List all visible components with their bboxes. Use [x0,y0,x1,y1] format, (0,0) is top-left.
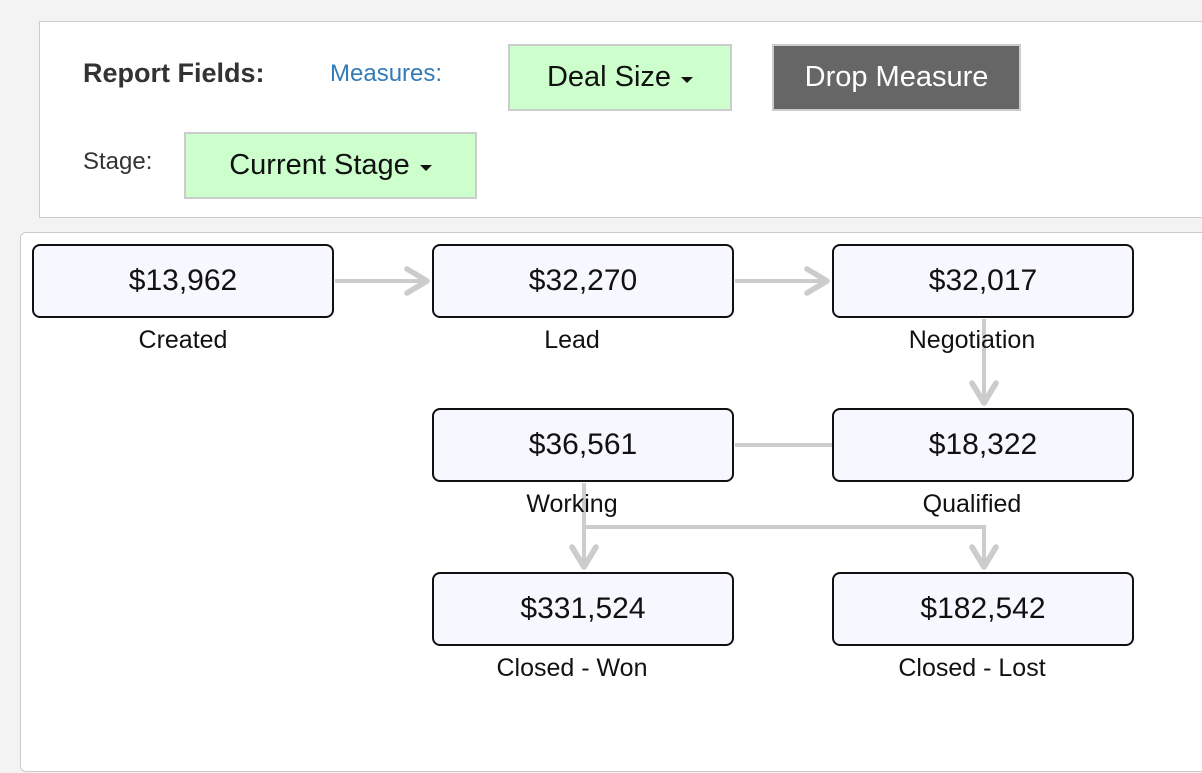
node-closed-lost[interactable]: $182,542 [832,572,1134,646]
drop-measure-button[interactable]: Drop Measure [772,44,1021,111]
drop-measure-label: Drop Measure [804,61,989,93]
node-value: $32,017 [928,264,1038,297]
node-created[interactable]: $13,962 [32,244,334,318]
caret-down-icon [419,164,432,171]
node-value: $13,962 [128,264,238,297]
node-value: $32,270 [528,264,638,297]
edge-working-closed-lost [584,525,999,570]
node-negotiation[interactable]: $32,017 [832,244,1134,318]
node-value: $18,322 [928,428,1038,461]
measures-label: Measures: [330,60,443,87]
node-label-lead: Lead [544,326,600,354]
node-label-closed-lost: Closed - Lost [898,654,1046,682]
node-closed-won[interactable]: $331,524 [432,572,734,646]
report-fields-panel: Report Fields: Measures: Deal Size Drop … [39,21,1202,218]
node-working[interactable]: $36,561 [432,408,734,482]
measure-dropdown-value: Deal Size [546,61,672,93]
node-label-working: Working [526,490,618,518]
node-label-created: Created [138,326,228,354]
stage-dropdown[interactable]: Current Stage [184,132,477,199]
node-lead[interactable]: $32,270 [432,244,734,318]
measure-dropdown[interactable]: Deal Size [508,44,732,111]
node-qualified[interactable]: $18,322 [832,408,1134,482]
stage-flow-diagram: $13,962 Created $32,270 Lead $32,017 Neg… [20,232,1202,772]
node-value: $36,561 [528,428,638,461]
report-fields-label: Report Fields: [83,58,265,88]
stage-dropdown-value: Current Stage [229,149,410,181]
stage-label: Stage: [83,148,153,175]
node-label-qualified: Qualified [922,490,1022,518]
caret-down-icon [681,76,694,83]
node-label-negotiation: Negotiation [908,326,1036,354]
node-label-closed-won: Closed - Won [496,654,648,682]
node-value: $182,542 [920,592,1046,625]
node-value: $331,524 [520,592,646,625]
